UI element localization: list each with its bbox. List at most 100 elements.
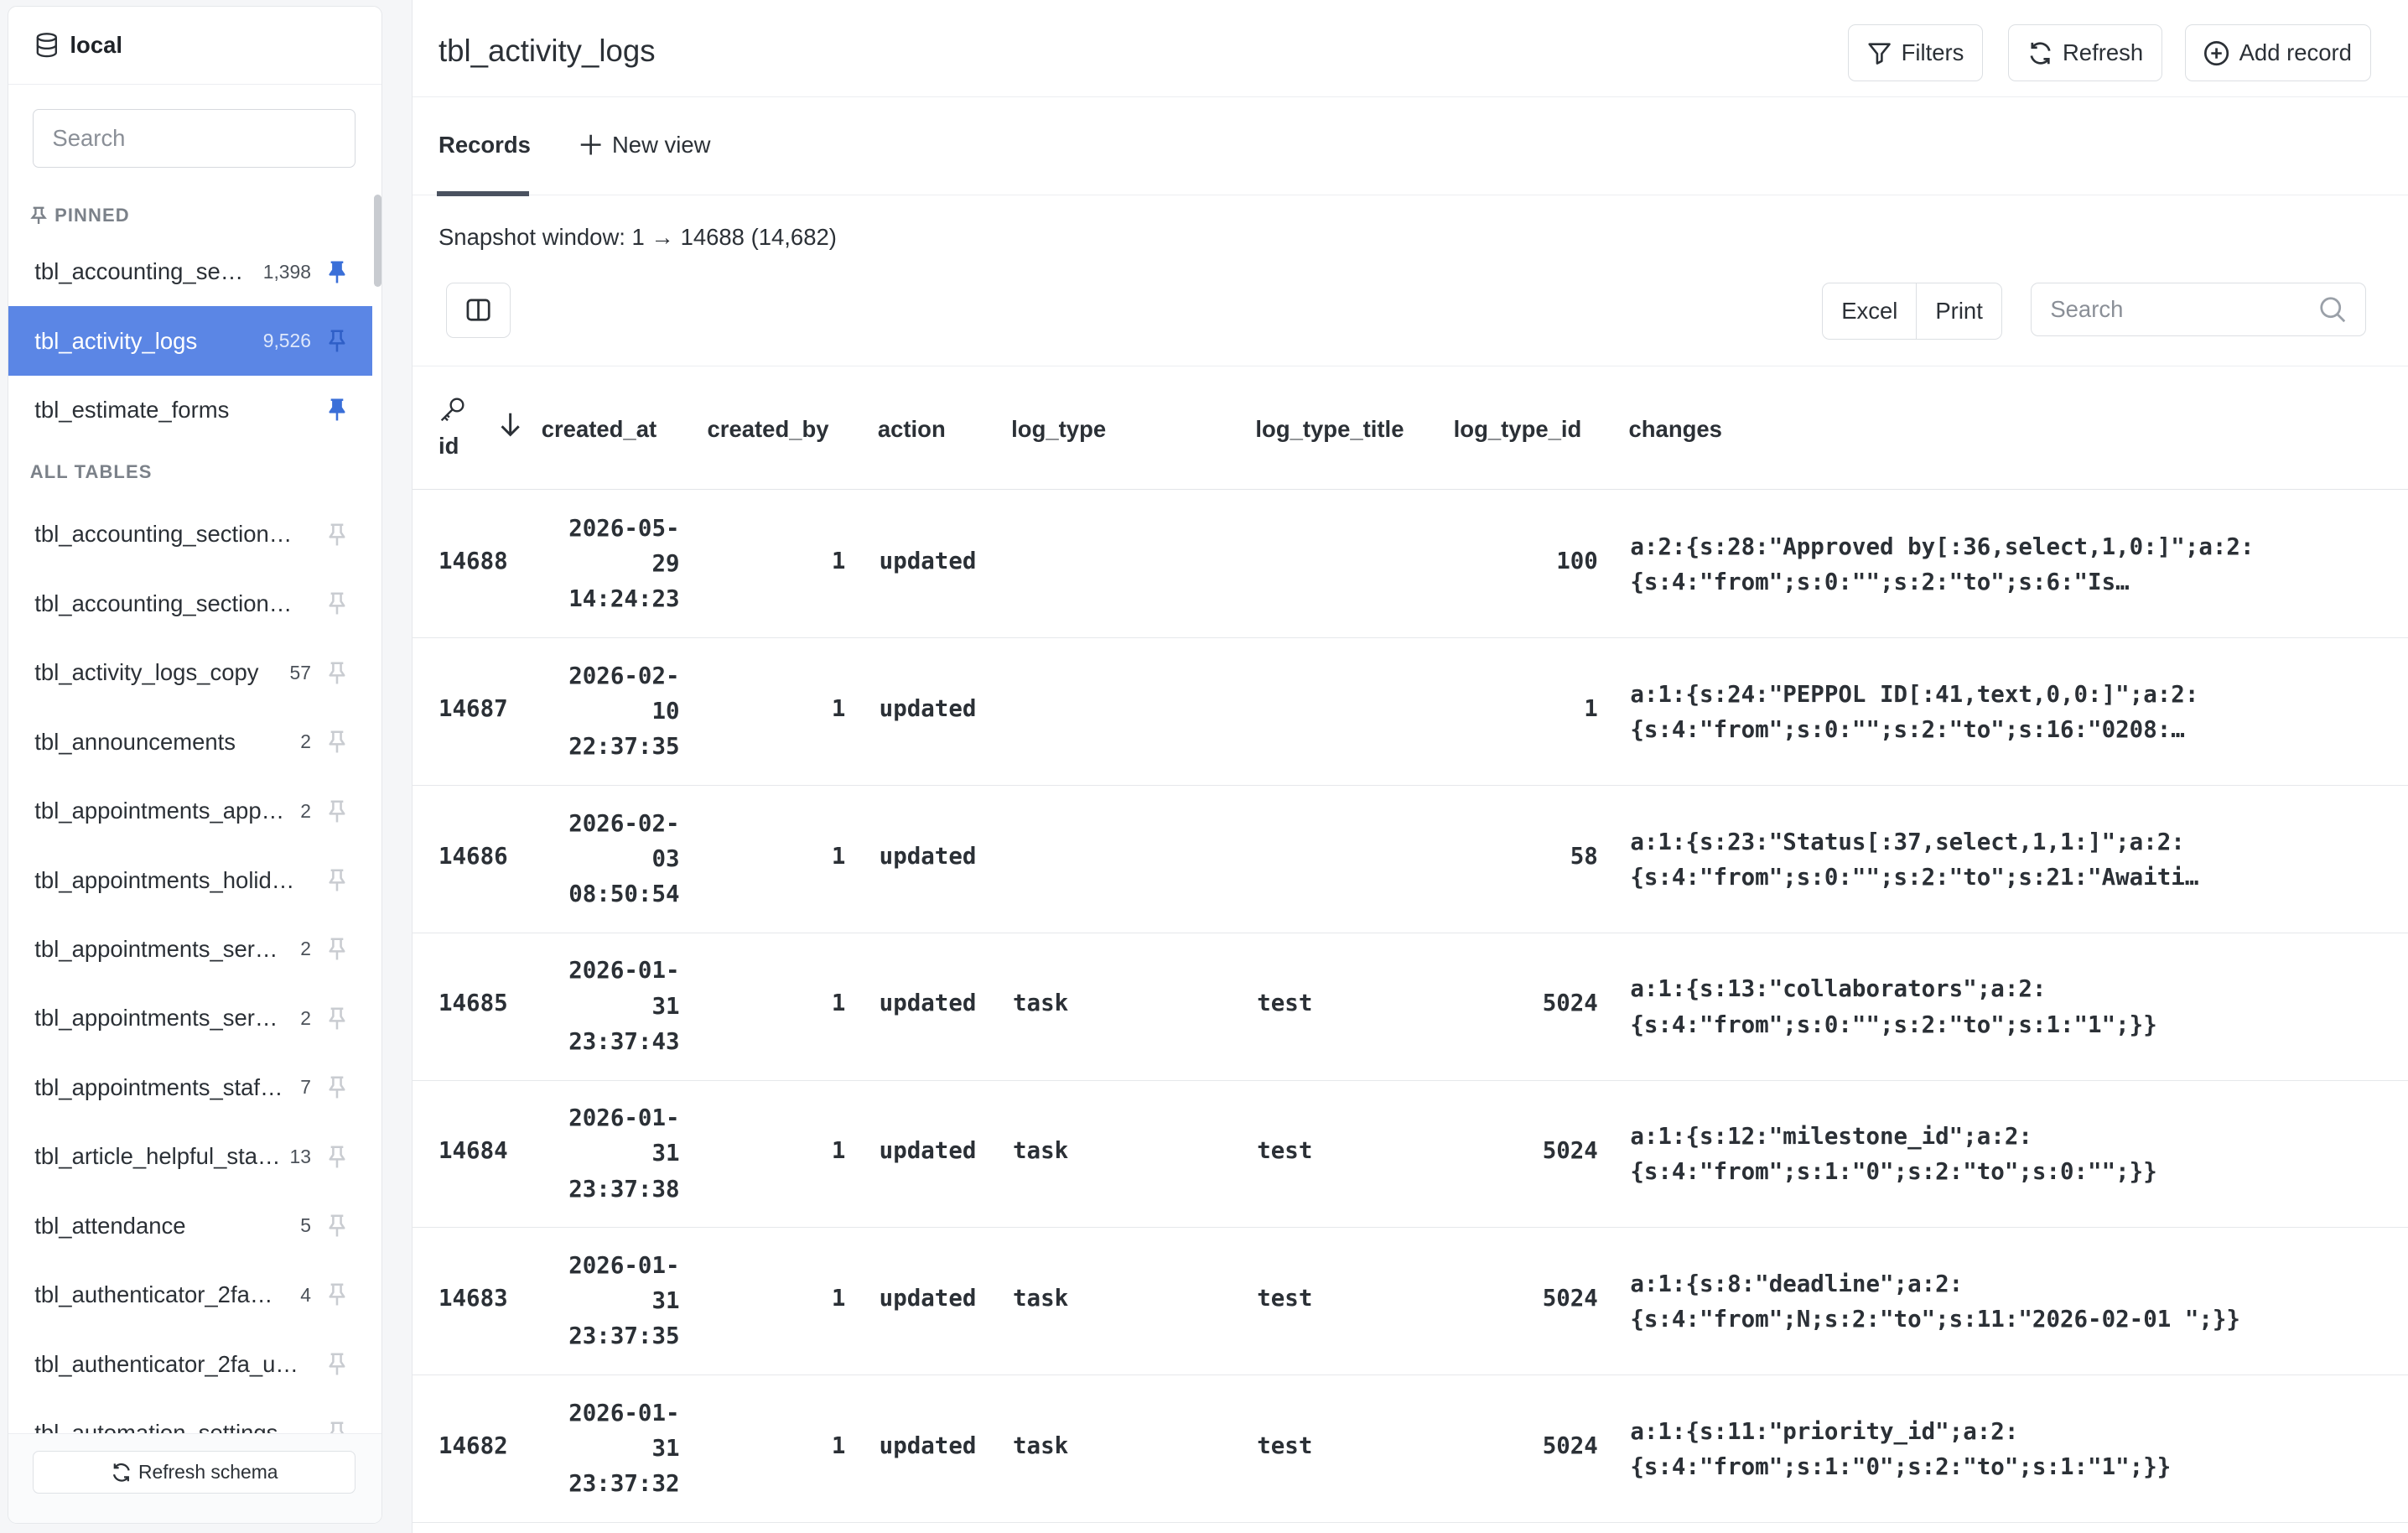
column-header-created-by[interactable]: created_by [708,416,829,443]
refresh-icon [2030,41,2051,65]
cell-log-type-title: test [1257,1432,1313,1459]
table-row[interactable]: 14682 2026-01- 31 23:37:32 1 updated task tes… [412,1375,2408,1524]
cell-log-type: task [1013,990,1069,1017]
pin-icon[interactable] [326,937,348,961]
sidebar-item-all_tables-11[interactable]: tbl_authenticator_2fa… 4 [8,1260,372,1329]
pin-icon[interactable] [326,1352,348,1376]
sidebar-item-pinned-2[interactable]: tbl_estimate_forms [8,376,372,444]
table-row[interactable]: 14685 2026-01- 31 23:37:43 1 updated task tes… [412,933,2408,1081]
pin-icon[interactable] [326,522,348,547]
sidebar-item-all_tables-3[interactable]: tbl_announcements 2 [8,708,372,777]
table-name: tbl_authenticator_2fa_u… [34,1350,298,1377]
row-count: 9,526 [262,330,311,352]
pin-icon[interactable] [326,1421,348,1434]
toggle-panel-button[interactable] [446,283,511,338]
sidebar-item-all_tables-4[interactable]: tbl_appointments_app… 2 [8,777,372,845]
cell-action: updated [879,1432,977,1459]
table-name: tbl_appointments_holid… [34,866,295,893]
sidebar-item-all_tables-5[interactable]: tbl_appointments_holid… [8,845,372,914]
cell-created-at: 2026-01- 31 23:37:38 [568,1105,680,1203]
active-tab-indicator [437,191,530,196]
add-record-button[interactable]: Add record [2184,24,2371,82]
table-row[interactable]: 14683 2026-01- 31 23:37:35 1 updated task tes… [412,1227,2408,1376]
cell-action: updated [879,990,977,1017]
column-header-changes[interactable]: changes [1628,416,1721,443]
row-count: 13 [289,1145,311,1167]
connection-header[interactable]: local [8,7,382,85]
sidebar-search-input[interactable]: Search [33,109,356,168]
row-count: 1,398 [262,260,311,283]
sort-descending-icon[interactable] [498,411,522,439]
pin-icon[interactable] [326,398,348,422]
sidebar-item-all_tables-0[interactable]: tbl_accounting_sections… [8,500,372,569]
row-count: 2 [300,1006,311,1029]
table-search-input[interactable]: Search [2031,283,2366,337]
sidebar-item-all_tables-1[interactable]: tbl_accounting_sections… [8,569,372,638]
cell-changes: a:1:{s:8:"deadline";a:2: {s:4:"from";N;s… [1630,1271,2240,1333]
cell-created-at: 2026-02- 03 08:50:54 [568,810,680,907]
refresh-schema-button[interactable]: Refresh schema [33,1450,356,1494]
table-row[interactable]: 14687 2026-02- 10 22:37:35 1 updated 1 a:1:{s… [412,637,2408,786]
cell-changes: a:1:{s:13:"collaborators";a:2: {s:4:"fro… [1630,976,2157,1038]
pin-icon[interactable] [326,591,348,616]
column-header-created-at[interactable]: created_at [542,416,656,443]
column-header-log-type-id[interactable]: log_type_id [1454,416,1582,443]
cell-log-type-id: 5024 [1542,1138,1598,1165]
tab-records[interactable]: Records [439,132,531,158]
table-list: PINNED tbl_accounting_se… 1,398 tbl_activi… [8,195,381,1434]
column-header-log-type[interactable]: log_type [1011,416,1106,443]
sidebar-item-all_tables-9[interactable]: tbl_article_helpful_sta… 13 [8,1122,372,1191]
pin-icon[interactable] [326,868,348,892]
pin-icon[interactable] [326,1075,348,1099]
refresh-button[interactable]: Refresh [2007,24,2163,82]
pin-icon[interactable] [326,730,348,754]
pin-icon[interactable] [326,661,348,685]
print-button[interactable]: Print [1916,283,2001,339]
table-search-placeholder: Search [2050,296,2124,323]
excel-button[interactable]: Excel [1823,283,1916,339]
pin-icon[interactable] [326,1282,348,1307]
table-name: tbl_appointments_app… [34,798,285,824]
cell-id: 14685 [438,990,508,1017]
table-name: tbl_appointments_ser… [34,935,278,962]
sidebar-item-all_tables-8[interactable]: tbl_appointments_staf… 7 [8,1053,372,1122]
sidebar-item-pinned-1[interactable]: tbl_activity_logs 9,526 [8,306,373,376]
column-header-id[interactable]: id [439,433,459,460]
table-row[interactable]: 14688 2026-05- 29 14:24:23 1 updated 100 a:2:… [412,490,2408,639]
connection-name: local [70,32,123,59]
table-name: tbl_attendance [34,1212,186,1239]
table-name: tbl_appointments_staf… [34,1073,283,1100]
pin-icon[interactable] [326,799,348,824]
table-name: tbl_accounting_se… [34,258,244,285]
table-row[interactable]: 14686 2026-02- 03 08:50:54 1 updated 58 a:1:{… [412,785,2408,933]
pin-icon[interactable] [326,329,348,353]
plus-icon [580,134,601,155]
cell-changes: a:1:{s:23:"Status[:37,select,1,1:]";a:2:… [1630,829,2199,891]
cell-created-by: 1 [831,695,846,722]
cell-log-type: task [1013,1138,1069,1165]
sidebar-item-all_tables-10[interactable]: tbl_attendance 5 [8,1191,372,1260]
sidebar-item-all_tables-6[interactable]: tbl_appointments_ser… 2 [8,915,372,984]
cell-log-type-id: 1 [1584,695,1598,722]
pinned-section-label: PINNED [8,195,381,237]
column-header-log-type-title[interactable]: log_type_title [1255,416,1404,443]
column-header-action[interactable]: action [878,416,946,443]
filter-icon [1868,42,1892,65]
sidebar-footer: Refresh schema [8,1432,382,1523]
sidebar-item-all_tables-7[interactable]: tbl_appointments_ser… 2 [8,984,372,1052]
tab-new-view[interactable]: New view [579,132,711,158]
pin-icon[interactable] [326,1145,348,1169]
pin-icon[interactable] [326,1006,348,1031]
sidebar-panel-icon [466,299,490,322]
sidebar-item-all_tables-12[interactable]: tbl_authenticator_2fa_u… [8,1329,372,1398]
sidebar-scrollbar[interactable] [373,194,382,287]
sidebar-item-all_tables-2[interactable]: tbl_activity_logs_copy 57 [8,638,372,707]
table-name: tbl_announcements [34,728,236,755]
cell-log-type-id: 5024 [1542,1286,1598,1312]
sidebar-item-pinned-0[interactable]: tbl_accounting_se… 1,398 [8,237,372,306]
sidebar-item-all_tables-13[interactable]: tbl_automation_settings [8,1399,372,1434]
pin-icon[interactable] [326,1213,348,1238]
pin-icon[interactable] [326,260,348,284]
filters-button[interactable]: Filters [1848,24,1984,82]
table-row[interactable]: 14684 2026-01- 31 23:37:38 1 updated task tes… [412,1080,2408,1229]
